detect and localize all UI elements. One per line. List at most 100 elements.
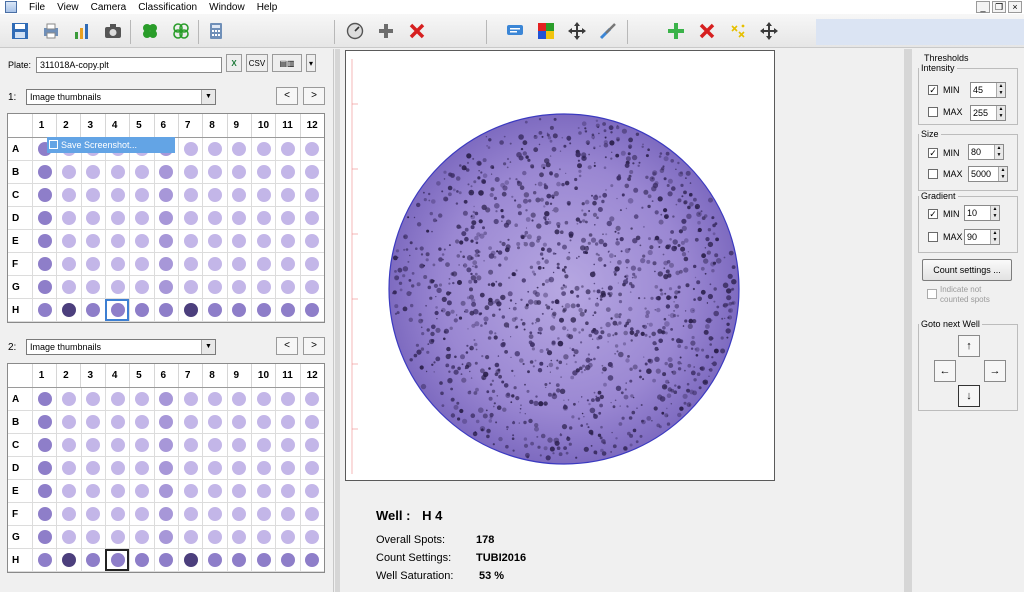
row-header[interactable]: E bbox=[8, 480, 32, 502]
well-cell[interactable] bbox=[129, 276, 153, 298]
well-cell[interactable] bbox=[153, 457, 178, 479]
well-cell[interactable] bbox=[31, 161, 56, 183]
well-cell[interactable] bbox=[104, 480, 129, 502]
menu-view[interactable]: View bbox=[51, 2, 85, 13]
well-cell[interactable] bbox=[226, 457, 251, 479]
well-cell[interactable] bbox=[56, 526, 80, 548]
panel2-next-button[interactable]: > bbox=[303, 337, 325, 355]
column-header[interactable]: 1 bbox=[31, 114, 56, 137]
well-cell[interactable] bbox=[31, 276, 56, 298]
well-cell[interactable] bbox=[56, 549, 80, 571]
gradient-max-checkbox[interactable] bbox=[928, 232, 938, 242]
well-cell[interactable] bbox=[177, 411, 202, 433]
menu-window[interactable]: Window bbox=[203, 2, 251, 13]
well-cell[interactable] bbox=[226, 161, 251, 183]
well-cell[interactable] bbox=[56, 207, 80, 229]
context-menu-save-screenshot[interactable]: Save Screenshot... bbox=[47, 137, 175, 153]
well-cell[interactable] bbox=[129, 388, 153, 410]
spinner-icon[interactable]: ▲ ▼ bbox=[996, 83, 1005, 97]
well-cell[interactable] bbox=[299, 230, 324, 252]
well-cell[interactable] bbox=[31, 184, 56, 206]
well-cell[interactable] bbox=[80, 457, 105, 479]
close-icon[interactable]: × bbox=[1008, 1, 1022, 13]
gradient-min-checkbox[interactable]: ✓ bbox=[928, 209, 938, 219]
well-cell[interactable] bbox=[31, 526, 56, 548]
well-cell[interactable] bbox=[226, 184, 251, 206]
well-cell[interactable] bbox=[299, 549, 324, 571]
well-cell[interactable] bbox=[153, 184, 178, 206]
well-cell[interactable] bbox=[153, 480, 178, 502]
well-cell[interactable] bbox=[177, 549, 202, 571]
row-header[interactable]: A bbox=[8, 138, 32, 160]
column-header[interactable]: 2 bbox=[56, 364, 80, 387]
row-header[interactable]: H bbox=[8, 299, 32, 321]
well-cell[interactable] bbox=[80, 549, 105, 571]
spinner-icon[interactable]: ▲ ▼ bbox=[990, 230, 999, 244]
panel1-view-select[interactable]: Image thumbnails ▼ bbox=[26, 89, 216, 105]
well-cell[interactable] bbox=[80, 207, 105, 229]
well-cell[interactable] bbox=[275, 503, 299, 525]
well-cell[interactable] bbox=[299, 207, 324, 229]
menu-file[interactable]: File bbox=[23, 2, 51, 13]
well-cell[interactable] bbox=[226, 434, 251, 456]
well-cell[interactable] bbox=[177, 207, 202, 229]
row-header[interactable]: E bbox=[8, 230, 32, 252]
well-cell[interactable] bbox=[104, 207, 129, 229]
well-cell[interactable] bbox=[153, 299, 178, 321]
clover-outline-icon[interactable] bbox=[170, 20, 192, 42]
well-cell[interactable] bbox=[56, 457, 80, 479]
well-cell[interactable] bbox=[80, 230, 105, 252]
well-cell[interactable] bbox=[250, 184, 275, 206]
well-cell[interactable] bbox=[177, 161, 202, 183]
minimize-icon[interactable]: _ bbox=[976, 1, 990, 13]
well-cell[interactable] bbox=[275, 434, 299, 456]
row-header[interactable]: H bbox=[8, 549, 32, 571]
well-cell[interactable] bbox=[80, 388, 105, 410]
well-cell[interactable] bbox=[250, 161, 275, 183]
well-cell[interactable] bbox=[104, 457, 129, 479]
intensity-min-checkbox[interactable]: ✓ bbox=[928, 85, 938, 95]
well-cell[interactable] bbox=[275, 230, 299, 252]
column-header[interactable]: 1 bbox=[31, 364, 56, 387]
column-header[interactable]: 4 bbox=[104, 114, 129, 137]
tools-icon[interactable] bbox=[597, 20, 619, 42]
well-cell[interactable] bbox=[250, 253, 275, 275]
well-cell[interactable] bbox=[177, 299, 202, 321]
spinner-icon[interactable]: ▲ ▼ bbox=[990, 206, 999, 220]
well-cell[interactable] bbox=[299, 184, 324, 206]
well-cell[interactable] bbox=[31, 503, 56, 525]
well-cell[interactable] bbox=[129, 480, 153, 502]
plate-file-field[interactable]: 311018A-copy.plt bbox=[36, 57, 222, 73]
well-cell[interactable] bbox=[250, 526, 275, 548]
gradient-max-input[interactable]: 90 ▲ ▼ bbox=[964, 229, 1000, 245]
well-cell[interactable] bbox=[153, 526, 178, 548]
well-cell[interactable] bbox=[129, 457, 153, 479]
well-cell[interactable] bbox=[226, 207, 251, 229]
well-cell[interactable] bbox=[31, 207, 56, 229]
well-cell[interactable] bbox=[31, 457, 56, 479]
well-cell[interactable] bbox=[56, 411, 80, 433]
well-cell[interactable] bbox=[250, 457, 275, 479]
csv-export-button[interactable]: CSV bbox=[246, 54, 268, 72]
well-cell[interactable] bbox=[104, 299, 130, 321]
well-cell[interactable] bbox=[299, 388, 324, 410]
delete-red-icon[interactable] bbox=[406, 20, 428, 42]
well-cell[interactable] bbox=[104, 434, 129, 456]
well-cell[interactable] bbox=[299, 434, 324, 456]
row-header[interactable]: F bbox=[8, 253, 32, 275]
column-header[interactable]: 3 bbox=[80, 114, 104, 137]
well-cell[interactable] bbox=[226, 480, 251, 502]
well-cell[interactable] bbox=[129, 299, 153, 321]
well-cell[interactable] bbox=[56, 480, 80, 502]
well-cell[interactable] bbox=[250, 411, 275, 433]
panel2-prev-button[interactable]: < bbox=[276, 337, 298, 355]
size-min-checkbox[interactable]: ✓ bbox=[928, 148, 938, 158]
count-settings-button[interactable]: Count settings ... bbox=[922, 259, 1012, 281]
well-cell[interactable] bbox=[177, 526, 202, 548]
add-green-icon[interactable] bbox=[665, 20, 687, 42]
save-icon[interactable] bbox=[9, 20, 31, 42]
excel-export-icon[interactable]: X bbox=[226, 54, 242, 72]
menu-help[interactable]: Help bbox=[251, 2, 284, 13]
row-header[interactable]: D bbox=[8, 457, 32, 479]
arrow-down-icon[interactable]: ↓ bbox=[958, 385, 980, 407]
